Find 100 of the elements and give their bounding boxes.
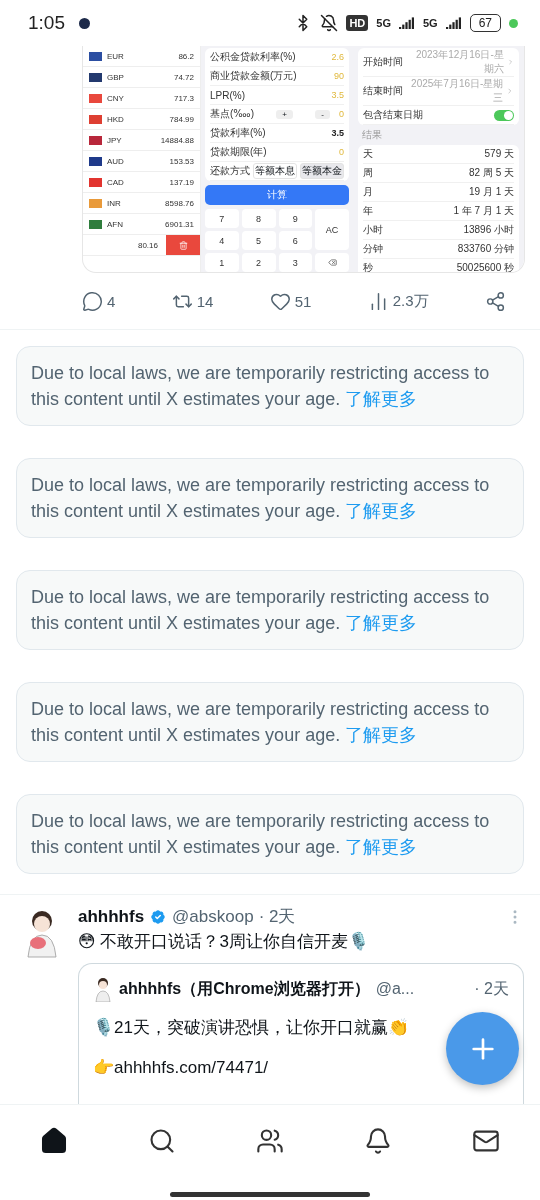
stepper-button[interactable]: + xyxy=(276,109,293,119)
currency-amount: 153.53 xyxy=(169,156,194,166)
result-label: 年 xyxy=(363,204,373,218)
compose-button[interactable] xyxy=(446,1012,519,1085)
currency-code: HKD xyxy=(107,114,124,124)
currency-amount: 74.72 xyxy=(173,72,194,82)
form-label: 基点(‱) xyxy=(210,107,254,121)
currency-amount: 14884.88 xyxy=(160,135,194,145)
reply-icon[interactable] xyxy=(82,290,103,312)
currency-amount: 6901.31 xyxy=(165,219,194,229)
result-value: 833760 分钟 xyxy=(457,242,514,256)
result-value: 82 周 5 天 xyxy=(468,166,514,180)
keypad-key[interactable]: 8 xyxy=(241,209,276,228)
author-name[interactable]: ahhhhfs（用Chrome浏览器打开） xyxy=(119,978,370,1000)
calculate-button[interactable]: 计算 xyxy=(205,185,349,205)
result-label: 分钟 xyxy=(363,242,383,256)
result-label: 小时 xyxy=(363,223,383,237)
keypad-key[interactable]: 6 xyxy=(278,231,313,250)
result-label: 秒 xyxy=(363,261,373,272)
network-label: 5G xyxy=(422,17,438,29)
currency-code: CNY xyxy=(107,93,124,103)
signal-icon xyxy=(398,17,415,29)
form-label: 贷款期限(年) xyxy=(210,145,267,159)
currency-amount: 80.16 xyxy=(137,240,158,250)
result-value: 19 月 1 天 xyxy=(468,185,514,199)
stepper-button[interactable]: - xyxy=(315,109,330,119)
action-count: 51 xyxy=(294,292,312,310)
result-value: 1 年 7 月 1 天 xyxy=(453,204,514,218)
keypad-key[interactable]: 2 xyxy=(241,253,276,272)
post-time: · 2天 xyxy=(474,978,509,999)
author-name[interactable]: ahhhhfs xyxy=(78,906,145,927)
currency-amount: 86.2 xyxy=(178,51,194,61)
backspace-icon xyxy=(327,258,337,267)
segment-option[interactable]: 等额本息 xyxy=(253,163,297,179)
result-value: 13896 小时 xyxy=(463,223,514,237)
avatar xyxy=(93,976,113,1002)
restriction-notice: Due to local laws, we are temporarily restricting access to this content until X estimates your age. 了解更多 xyxy=(16,794,524,874)
hd-indicator: HD xyxy=(346,15,369,31)
clock: 1:05 xyxy=(28,12,65,34)
currency-amount: 8598.76 xyxy=(165,198,194,208)
home-icon[interactable] xyxy=(40,1127,68,1155)
form-label: 商业贷款金额(万元) xyxy=(210,69,297,83)
currency-code: CAD xyxy=(107,177,124,187)
date-label: 开始时间 xyxy=(363,55,403,69)
chevron-icon xyxy=(506,58,514,66)
date-label: 结束时间 xyxy=(363,84,403,98)
currency-code: INR xyxy=(107,198,121,208)
keypad-key[interactable]: 1 xyxy=(205,253,239,272)
keypad-key[interactable]: 9 xyxy=(278,209,313,228)
author-handle[interactable]: @abskoop xyxy=(172,906,254,927)
result-value: 50025600 秒 xyxy=(456,261,514,272)
restriction-notice: Due to local laws, we are temporarily restricting access to this content until X estimates your age. 了解更多 xyxy=(16,682,524,762)
post-text: 😳 不敢开口说话？3周让你自信开麦🎙 xyxy=(78,931,370,953)
quoted-text: 🎙21天，突破演讲恐惧，让你开口就赢👏 xyxy=(93,1017,410,1039)
clear-key[interactable]: AC xyxy=(315,209,349,250)
restriction-notice: Due to local laws, we are temporarily restricting access to this content until X estimates your age. 了解更多 xyxy=(16,458,524,538)
signal-icon xyxy=(445,17,462,29)
form-value[interactable]: 3.5 xyxy=(331,128,344,138)
bell-icon[interactable] xyxy=(364,1127,392,1155)
keypad-key[interactable]: 5 xyxy=(241,231,276,250)
restriction-notice: Due to local laws, we are temporarily restricting access to this content until X estimates your age. 了解更多 xyxy=(16,346,524,426)
currency-amount: 137.19 xyxy=(169,177,194,187)
form-label: 还款方式 xyxy=(210,164,250,178)
toggle-label: 包含结束日期 xyxy=(363,108,423,122)
currency-code: JPY xyxy=(107,135,122,145)
search-icon[interactable] xyxy=(148,1127,176,1155)
status-dot xyxy=(509,18,518,28)
result-label: 周 xyxy=(363,166,373,180)
media-screenshot[interactable] xyxy=(82,46,525,273)
currency-amount: 784.99 xyxy=(169,114,194,124)
post-time: · 2天 xyxy=(258,906,296,928)
keypad-key[interactable]: 4 xyxy=(205,231,239,250)
muted-bell-icon xyxy=(320,14,339,32)
toggle-switch[interactable] xyxy=(494,109,514,121)
keypad-key[interactable]: 7 xyxy=(205,209,239,228)
people-icon[interactable] xyxy=(256,1127,284,1155)
share-icon[interactable] xyxy=(484,290,506,312)
action-count: 14 xyxy=(196,292,214,310)
currency-code: EUR xyxy=(107,51,124,61)
network-label: 5G xyxy=(376,17,391,29)
action-count: 4 xyxy=(107,292,116,310)
result-value: 579 天 xyxy=(484,147,514,161)
result-label: 天 xyxy=(363,147,373,161)
currency-code: GBP xyxy=(107,72,124,82)
section-header: 结果 xyxy=(361,128,383,142)
author-handle[interactable]: @a... xyxy=(375,980,415,998)
form-label: LPR(%) xyxy=(210,89,245,101)
chevron-icon xyxy=(506,87,514,95)
keypad-key[interactable]: 3 xyxy=(278,253,313,272)
result-label: 月 xyxy=(363,185,373,199)
restriction-notice: Due to local laws, we are temporarily restricting access to this content until X estimates your age. 了解更多 xyxy=(16,570,524,650)
segment-option[interactable]: 等额本金 xyxy=(300,163,344,179)
battery-indicator: 67 xyxy=(469,14,501,32)
app-icon xyxy=(79,17,90,29)
action-count: 2.3万 xyxy=(392,291,429,311)
trash-icon xyxy=(178,240,188,250)
currency-amount: 717.3 xyxy=(173,93,194,103)
form-label: 公积金贷款利率(%) xyxy=(210,50,296,64)
quoted-text: 👉ahhhhfs.com/74471/ xyxy=(93,1057,270,1078)
currency-code: AFN xyxy=(107,219,123,229)
